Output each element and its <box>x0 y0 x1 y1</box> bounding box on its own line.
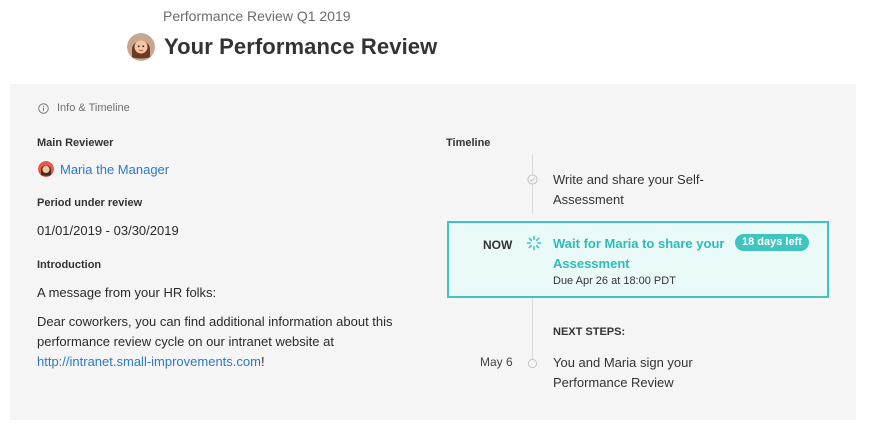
main-reviewer[interactable]: Maria the Manager <box>38 161 169 177</box>
main-reviewer-label: Main Reviewer <box>37 137 114 149</box>
intro-text-body: Dear coworkers, you can find additional … <box>37 314 393 349</box>
period-value: 01/01/2019 - 03/30/2019 <box>37 223 179 238</box>
current-step-card[interactable]: NOW Wait for Maria to share your Assessm… <box>447 221 829 298</box>
page-title: Your Performance Review <box>164 34 438 59</box>
intro-text-end: ! <box>260 354 265 369</box>
intranet-link[interactable]: http://intranet.small-improvements.com <box>37 354 261 369</box>
next-steps-label: NEXT STEPS: <box>553 326 626 338</box>
check-icon <box>527 174 538 185</box>
panel-header: Info & Timeline <box>38 102 130 114</box>
timeline-line <box>532 298 533 360</box>
introduction-label: Introduction <box>37 259 102 271</box>
timeline-step-sign-review: You and Maria sign your Performance Revi… <box>553 355 693 390</box>
panel-header-label: Info & Timeline <box>57 102 130 114</box>
now-label: NOW <box>483 238 513 252</box>
timeline-label: Timeline <box>446 137 491 149</box>
avatar <box>127 33 155 61</box>
days-left-badge: 18 days left <box>735 234 809 251</box>
main-reviewer-link[interactable]: Maria the Manager <box>60 162 169 177</box>
current-step-due: Due Apr 26 at 18:00 PDT <box>553 275 676 287</box>
page-subtitle: Performance Review Q1 2019 <box>163 8 351 24</box>
title-row: Your Performance Review <box>127 33 437 61</box>
intro-greeting: A message from your HR folks: <box>37 285 217 300</box>
next-step-date: May 6 <box>480 355 513 369</box>
circle-icon <box>527 358 538 369</box>
info-timeline-panel: Info & Timeline Main Reviewer Maria the … <box>10 84 856 420</box>
period-label: Period under review <box>37 197 143 209</box>
timeline-step-self-assessment: Write and share your Self-Assessment <box>553 172 704 207</box>
avatar <box>38 161 54 177</box>
info-icon <box>38 102 49 114</box>
intro-text: Dear coworkers, you can find additional … <box>37 312 407 372</box>
current-step-title: Wait for Maria to share your Assessment <box>553 236 725 271</box>
spinner-icon <box>526 235 542 251</box>
